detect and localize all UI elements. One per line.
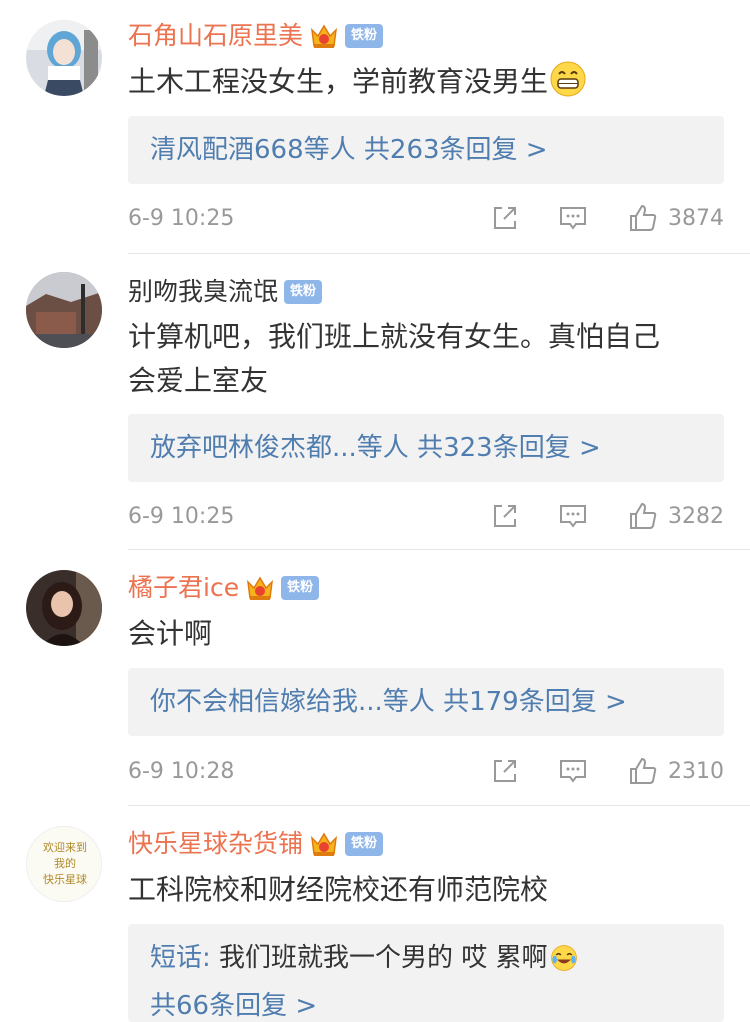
avatar[interactable] [26, 272, 102, 348]
name-row: 快乐星球杂货铺 铁粉 [128, 826, 384, 862]
comment-icon [560, 505, 586, 528]
name-row: 别吻我臭流氓 铁粉 [128, 274, 323, 310]
reply-names[interactable]: 你不会相信嫁给我...等人 [150, 687, 435, 717]
reply-summary[interactable]: 你不会相信嫁给我...等人 共179条回复 > [128, 668, 724, 736]
fan-badge: 铁粉 [345, 24, 384, 48]
comment-icon [560, 207, 586, 230]
reply-preview[interactable]: 短话: 我们班就我一个男的 哎 累啊 [150, 934, 702, 982]
reply-summary-line[interactable]: 你不会相信嫁给我...等人 共179条回复 > [150, 668, 702, 736]
comment-icon [560, 760, 586, 783]
avatar[interactable] [26, 570, 102, 646]
reply-count[interactable]: 共66条回复 > [150, 982, 702, 1022]
divider [128, 549, 750, 550]
reply-text: 我们班就我一个男的 哎 累啊 [219, 943, 548, 973]
avatar-text: 欢迎来到 [43, 840, 87, 854]
laugh-cry-emoji-icon [550, 945, 577, 971]
reply-summary[interactable]: 清风配酒668等人 共263条回复 > [128, 116, 724, 184]
like-count: 2310 [668, 758, 724, 784]
timestamp: 6-9 10:25 [128, 503, 235, 529]
like-button[interactable]: 3874 [628, 203, 724, 233]
meta-row: 6-9 10:28 2310 [128, 751, 724, 791]
timestamp: 6-9 10:28 [128, 758, 235, 784]
share-button[interactable] [490, 501, 520, 531]
comment-text-line: 计算机吧，我们班上就没有女生。真怕自己 [128, 320, 661, 353]
comment-button[interactable] [558, 501, 588, 531]
reply-count[interactable]: 共179条回复 > [443, 687, 627, 717]
fan-badge: 铁粉 [281, 576, 320, 600]
comment-text: 土木工程没女生，学前教育没男生 [128, 60, 728, 104]
comment-text-content: 土木工程没女生，学前教育没男生 [128, 65, 549, 98]
avatar[interactable]: 欢迎来到 我的 快乐星球 [26, 826, 102, 902]
grin-emoji-icon [550, 61, 586, 97]
comment-text: 工科院校和财经院校还有师范院校 [128, 868, 728, 912]
comment-text: 计算机吧，我们班上就没有女生。真怕自己 会爱上室友 [128, 315, 728, 403]
comment-button[interactable] [558, 756, 588, 786]
avatar[interactable] [26, 20, 102, 96]
thumbs-up-icon [630, 204, 657, 231]
share-icon [494, 760, 516, 782]
comment-text: 会计啊 [128, 612, 728, 656]
reply-summary[interactable]: 短话: 我们班就我一个男的 哎 累啊 共66条回复 > [128, 924, 724, 1022]
reply-names[interactable]: 清风配酒668等人 [150, 135, 356, 165]
divider [128, 805, 750, 806]
crown-icon [311, 24, 338, 48]
divider [128, 253, 750, 254]
share-icon [494, 207, 516, 229]
avatar-text: 快乐星球 [43, 872, 87, 886]
username[interactable]: 橘子君ice [128, 570, 239, 606]
crown-icon [247, 576, 274, 600]
meta-row: 6-9 10:25 3282 [128, 496, 724, 536]
like-button[interactable]: 3282 [628, 501, 724, 531]
timestamp: 6-9 10:25 [128, 205, 235, 231]
share-icon [494, 505, 516, 527]
reply-names[interactable]: 放弃吧林俊杰都...等人 [150, 433, 409, 463]
reply-summary[interactable]: 放弃吧林俊杰都...等人 共323条回复 > [128, 414, 724, 482]
reply-author[interactable]: 短话: [150, 943, 211, 973]
username[interactable]: 别吻我臭流氓 [128, 274, 278, 310]
reply-summary-line[interactable]: 放弃吧林俊杰都...等人 共323条回复 > [150, 414, 702, 482]
username[interactable]: 快乐星球杂货铺 [128, 826, 303, 862]
thumbs-up-icon [630, 757, 657, 784]
comment-text-content: 会计啊 [128, 617, 213, 650]
reply-count[interactable]: 共263条回复 > [364, 135, 548, 165]
name-row: 石角山石原里美 铁粉 [128, 18, 384, 54]
fan-badge: 铁粉 [284, 280, 323, 304]
share-button[interactable] [490, 756, 520, 786]
reply-summary-line[interactable]: 清风配酒668等人 共263条回复 > [150, 116, 702, 184]
like-button[interactable]: 2310 [628, 756, 724, 786]
meta-row: 6-9 10:25 3874 [128, 198, 724, 238]
username[interactable]: 石角山石原里美 [128, 18, 303, 54]
comment-text-content: 工科院校和财经院校还有师范院校 [128, 873, 549, 906]
comment-button[interactable] [558, 203, 588, 233]
fan-badge: 铁粉 [345, 832, 384, 856]
like-count: 3282 [668, 503, 724, 529]
share-button[interactable] [490, 203, 520, 233]
like-count: 3874 [668, 205, 724, 231]
name-row: 橘子君ice 铁粉 [128, 570, 320, 606]
reply-count[interactable]: 共323条回复 > [417, 433, 601, 463]
crown-icon [311, 832, 338, 856]
avatar-text: 我的 [54, 856, 76, 870]
comment-text-line: 会爱上室友 [128, 364, 269, 397]
thumbs-up-icon [630, 502, 657, 529]
